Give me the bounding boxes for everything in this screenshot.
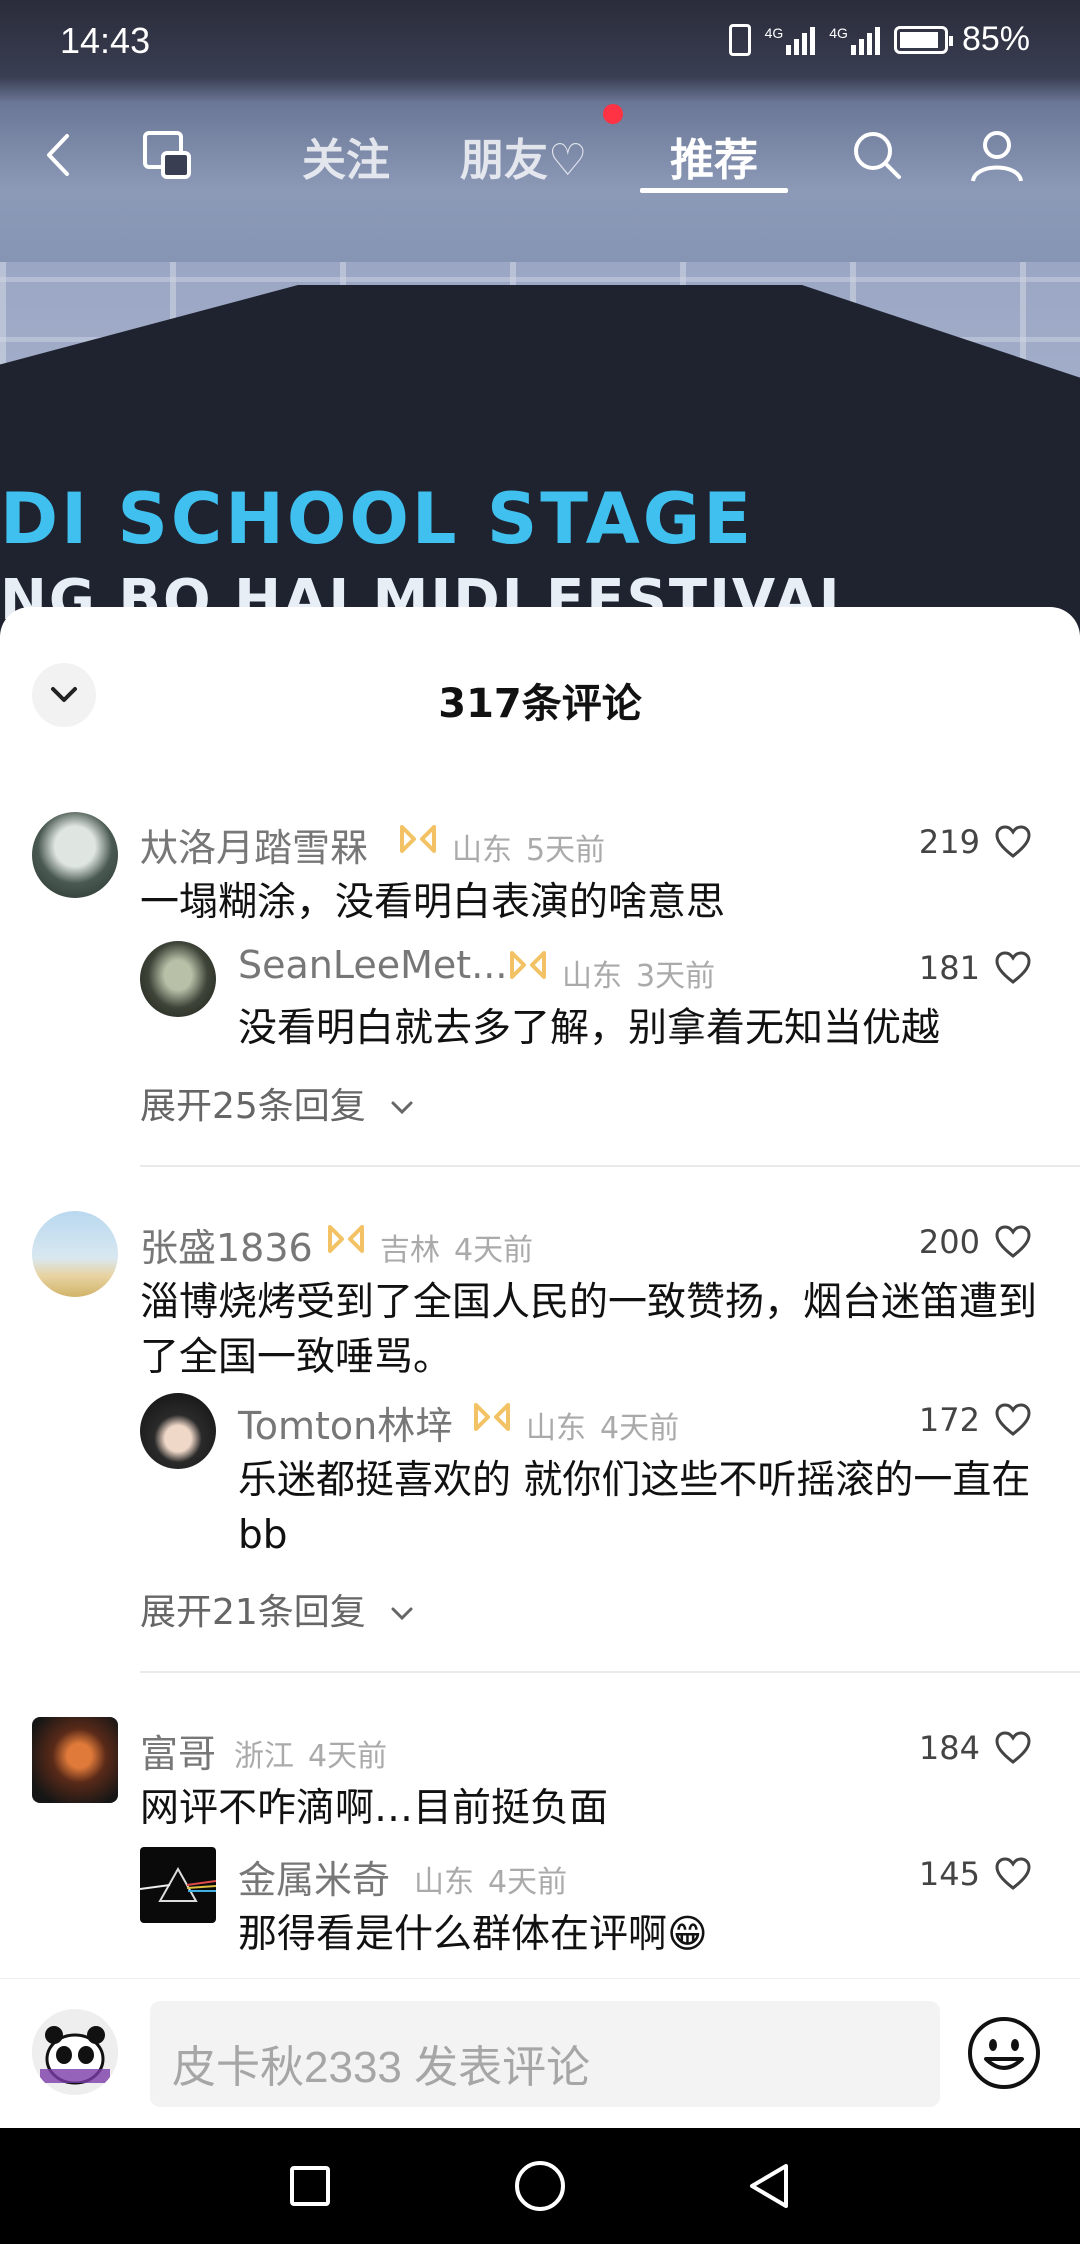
reply-text: 乐迷都挺喜欢的 就你们这些不听摇滚的一直在 bb (238, 1458, 1031, 1558)
like-button[interactable]: 219 (919, 823, 1032, 861)
heart-icon (995, 1403, 1031, 1436)
comment-input[interactable]: 皮卡秋2333 发表评论 (150, 2001, 940, 2107)
signal-icon-2: 4G (829, 25, 880, 55)
comment-input-bar: 皮卡秋2333 发表评论 (0, 1978, 1080, 2128)
avatar[interactable] (32, 1717, 118, 1803)
divider (140, 1671, 1080, 1673)
reply-region: 山东 (562, 959, 622, 994)
tab-follow[interactable]: 关注 (302, 124, 390, 188)
search-icon[interactable] (842, 120, 912, 190)
heart-icon (995, 1731, 1031, 1764)
reply-avatar[interactable] (140, 1393, 216, 1469)
reply-time: 4天前 (600, 1411, 680, 1446)
back-icon[interactable] (24, 120, 94, 190)
circle-icon[interactable] (510, 2156, 570, 2216)
screen-icon[interactable] (132, 120, 202, 190)
comment-region: 吉林 (380, 1233, 440, 1268)
like-button[interactable]: 181 (919, 949, 1032, 987)
comment-time: 4天前 (308, 1739, 388, 1774)
expand-replies-button[interactable]: 展开25条回复 (140, 1077, 415, 1129)
badge-icon (472, 1399, 512, 1439)
active-tab-indicator (640, 188, 788, 193)
like-count: 219 (918, 823, 980, 861)
profile-icon[interactable] (962, 120, 1032, 190)
triangle-back-icon[interactable] (740, 2156, 800, 2216)
status-time: 14:43 (60, 20, 151, 61)
badge-icon (398, 821, 438, 861)
chevron-down-icon (391, 1607, 413, 1621)
reply-avatar[interactable] (140, 1847, 216, 1923)
badge-icon (326, 1221, 366, 1261)
chevron-down-icon (391, 1101, 413, 1115)
square-icon[interactable] (280, 2156, 340, 2216)
avatar[interactable] (32, 812, 118, 898)
video-stage-text: DI SCHOOL STAGE (0, 478, 755, 560)
status-bar: 14:43 4G 4G 85% (0, 0, 1080, 84)
reply-region: 山东 (414, 1865, 474, 1900)
comment-username[interactable]: 张盛1836 (140, 1217, 313, 1272)
like-count: 172 (918, 1401, 980, 1439)
comment-text: 一塌糊涂，没看明白表演的啥意思 (140, 880, 726, 925)
comment-time: 5天前 (526, 833, 606, 868)
reply-username[interactable]: SeanLeeMet... (238, 943, 507, 987)
like-count: 200 (918, 1223, 980, 1261)
reply-username[interactable]: Tomton林垶 (238, 1395, 453, 1450)
comment-username[interactable]: 夶洛月踏雪槑 (140, 817, 368, 872)
comment-region: 山东 (452, 833, 512, 868)
battery-icon (893, 25, 953, 54)
emoji-icon[interactable] (964, 2013, 1044, 2093)
comment-region: 浙江 (234, 1739, 294, 1774)
reply-text: 没看明白就去多了解，别拿着无知当优越 (238, 1006, 941, 1051)
video-player[interactable]: DI SCHOOL STAGE NG BO HAI MIDI FESTIVAL (0, 0, 1080, 640)
reply-time: 4天前 (488, 1865, 568, 1900)
heart-icon (995, 951, 1031, 984)
like-button[interactable]: 145 (919, 1855, 1032, 1893)
comments-count-title: 317条评论 (438, 681, 642, 727)
top-nav: 关注 朋友♡ 推荐 (0, 110, 1080, 210)
avatar[interactable] (32, 1211, 118, 1297)
comment-text: 网评不咋滴啊…目前挺负面 (140, 1786, 609, 1831)
divider (140, 1165, 1080, 1167)
notification-dot (603, 104, 623, 124)
like-count: 184 (918, 1729, 980, 1767)
heart-icon (995, 1857, 1031, 1890)
reply-time: 3天前 (636, 959, 716, 994)
system-nav-bar (0, 2128, 1080, 2244)
like-count: 181 (918, 949, 980, 987)
comment-text: 淄博烧烤受到了全国人民的一致赞扬，烟台迷笛遭到了全国一致唾骂。 (140, 1280, 1038, 1380)
comments-header: 317条评论 (0, 607, 1080, 787)
heart-icon (995, 825, 1031, 858)
my-avatar[interactable] (32, 2009, 118, 2095)
battery-percent: 85% (961, 20, 1030, 58)
tab-friends[interactable]: 朋友♡ (460, 124, 587, 188)
status-icons: 4G 4G 85% (728, 20, 1030, 59)
comments-sheet: 317条评论 夶洛月踏雪槑 山东 5天前 219 一塌糊涂，没看明白表演的啥意思… (0, 607, 1080, 2127)
reply-region: 山东 (526, 1411, 586, 1446)
expand-replies-button[interactable]: 展开21条回复 (140, 1583, 415, 1635)
comment-time: 4天前 (454, 1233, 534, 1268)
like-count: 145 (918, 1855, 980, 1893)
like-button[interactable]: 172 (919, 1401, 1032, 1439)
signal-icon: 4G (765, 25, 816, 55)
like-button[interactable]: 200 (919, 1223, 1032, 1261)
vibrate-icon (728, 23, 751, 56)
comment-username[interactable]: 富哥 (140, 1723, 216, 1778)
reply-avatar[interactable] (140, 941, 216, 1017)
reply-username[interactable]: 金属米奇 (238, 1849, 390, 1904)
reply-text: 那得看是什么群体在评啊😁 (238, 1912, 708, 1957)
tab-recommend[interactable]: 推荐 (670, 124, 758, 188)
like-button[interactable]: 184 (919, 1729, 1032, 1767)
heart-icon (995, 1225, 1031, 1258)
badge-icon (508, 947, 548, 987)
